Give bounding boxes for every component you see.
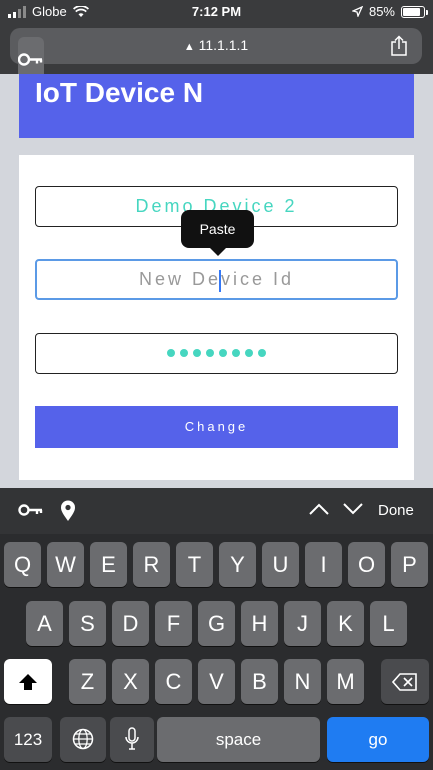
key-h[interactable]: H: [241, 601, 278, 646]
key-x[interactable]: X: [112, 659, 149, 704]
key-u[interactable]: U: [262, 542, 299, 587]
address-bar[interactable]: ▲ 11.1.1.1: [10, 28, 422, 82]
password-dot: [193, 349, 201, 357]
new-device-id-placeholder: New Device Id: [138, 269, 295, 289]
key-i[interactable]: I: [305, 542, 342, 587]
key-y[interactable]: Y: [219, 542, 256, 587]
password-dots: [167, 349, 266, 357]
key-icon[interactable]: [18, 503, 44, 517]
password-dot: [180, 349, 188, 357]
battery-percent: 85%: [368, 4, 395, 19]
key-o[interactable]: O: [348, 542, 385, 587]
keyboard: QWERTYUIOP ASDFGHJKL ZXCVBNM 123 space g…: [0, 534, 433, 770]
delete-key[interactable]: [381, 659, 429, 704]
change-button[interactable]: Change: [35, 406, 398, 448]
dictation-key[interactable]: [110, 717, 154, 762]
globe-key[interactable]: [60, 717, 106, 762]
key-k[interactable]: K: [327, 601, 364, 646]
password-dot: [167, 349, 175, 357]
key-s[interactable]: S: [69, 601, 106, 646]
chevron-down-icon[interactable]: [342, 502, 364, 516]
globe-icon: [72, 728, 94, 750]
page-header: IoT Device N: [19, 74, 414, 138]
device-form: Demo Device 2 New Device Id Change: [19, 155, 414, 480]
key-e[interactable]: E: [90, 542, 127, 587]
key-b[interactable]: B: [241, 659, 278, 704]
shift-key[interactable]: [4, 659, 52, 704]
location-pin-icon[interactable]: [60, 500, 76, 522]
key-g[interactable]: G: [198, 601, 235, 646]
location-arrow-icon: [351, 6, 363, 17]
microphone-icon: [125, 727, 139, 750]
key-n[interactable]: N: [284, 659, 321, 704]
url-label: 11.1.1.1: [198, 37, 249, 53]
space-key[interactable]: space: [157, 717, 320, 762]
password-dot: [206, 349, 214, 357]
password-dot: [245, 349, 253, 357]
key-z[interactable]: Z: [69, 659, 106, 704]
key-m[interactable]: M: [327, 659, 364, 704]
go-key[interactable]: go: [327, 717, 429, 762]
key-c[interactable]: C: [155, 659, 192, 704]
key-p[interactable]: P: [391, 542, 428, 587]
key-q[interactable]: Q: [4, 542, 41, 587]
key-a[interactable]: A: [26, 601, 63, 646]
page-title: IoT Device N: [35, 77, 204, 108]
battery-icon: [401, 5, 428, 18]
numbers-key[interactable]: 123: [4, 717, 52, 762]
done-button[interactable]: Done: [378, 502, 414, 519]
key-v[interactable]: V: [198, 659, 235, 704]
password-field[interactable]: [35, 333, 398, 374]
chevron-up-icon[interactable]: [308, 502, 330, 516]
key-t[interactable]: T: [176, 542, 213, 587]
warning-icon: ▲: [183, 41, 195, 53]
shift-arrow-icon: [19, 674, 37, 690]
keyboard-accessory-bar: Done: [0, 488, 433, 534]
key-f[interactable]: F: [155, 601, 192, 646]
key-d[interactable]: D: [112, 601, 149, 646]
password-dot: [219, 349, 227, 357]
share-icon[interactable]: [390, 35, 408, 57]
password-dot: [232, 349, 240, 357]
status-bar: Globe 7:12 PM 85%: [0, 0, 433, 24]
key-w[interactable]: W: [47, 542, 84, 587]
browser-toolbar: ▲ 11.1.1.1: [0, 24, 433, 82]
web-page: IoT Device N Demo Device 2 New Device Id…: [0, 74, 433, 488]
key-l[interactable]: L: [370, 601, 407, 646]
key-r[interactable]: R: [133, 542, 170, 587]
new-device-id-input[interactable]: New Device Id: [35, 259, 398, 300]
password-dot: [258, 349, 266, 357]
text-cursor: [219, 270, 221, 292]
key-j[interactable]: J: [284, 601, 321, 646]
backspace-icon: [391, 673, 417, 691]
url-text[interactable]: ▲ 11.1.1.1: [10, 37, 422, 53]
paste-menu-button[interactable]: Paste: [181, 210, 254, 256]
